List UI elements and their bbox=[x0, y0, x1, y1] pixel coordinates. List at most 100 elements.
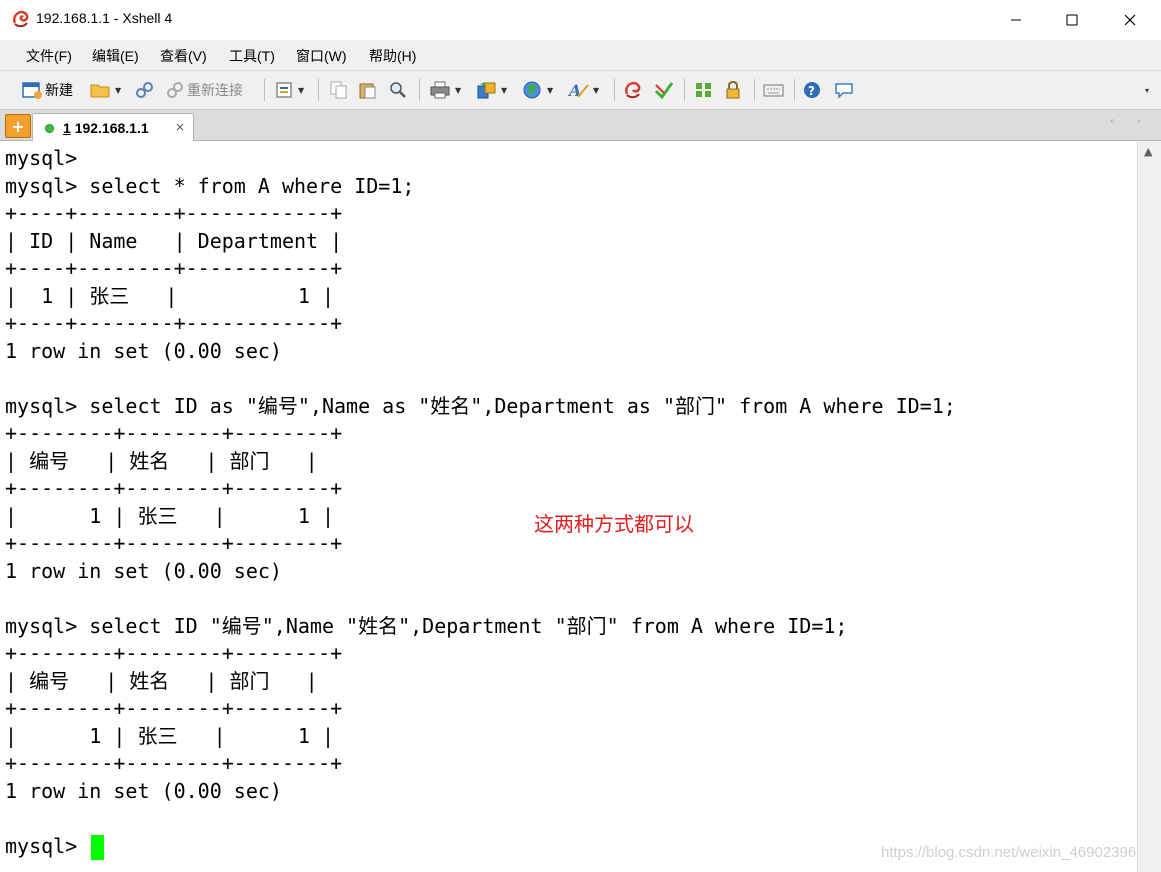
terminal-line: mysql> select ID "编号",Name "姓名",Departme… bbox=[5, 613, 848, 638]
xftp-button[interactable] bbox=[654, 78, 674, 102]
xshell-logo-icon bbox=[13, 10, 29, 28]
toolbar-separator bbox=[754, 79, 755, 101]
terminal-line: 1 row in set (0.00 sec) bbox=[5, 558, 282, 583]
terminal-scrollbar[interactable]: ▲ bbox=[1137, 141, 1161, 872]
properties-button[interactable]: ▼ bbox=[275, 78, 304, 102]
fullscreen-icon bbox=[696, 83, 711, 97]
toolbar: 新建 ▼ 重新连接 ▼ ▼ ▼ ▼ A ▼ ? ▾ bbox=[0, 71, 1161, 110]
toolbar-separator bbox=[614, 79, 615, 101]
font-button[interactable]: A ▼ bbox=[568, 78, 599, 102]
menu-view[interactable]: 查看(V) bbox=[160, 46, 207, 66]
terminal-line: | 1 | 张三 | 1 | bbox=[5, 283, 334, 308]
tab-bar: + 1 192.168.1.1 × ‹ › bbox=[0, 110, 1161, 142]
print-button[interactable]: ▼ bbox=[430, 78, 461, 102]
menu-edit[interactable]: 编辑(E) bbox=[92, 46, 139, 66]
toolbar-separator bbox=[794, 79, 795, 101]
chevron-down-icon: ▾ bbox=[1145, 85, 1150, 95]
terminal[interactable]: mysql> mysql> select * from A where ID=1;… bbox=[0, 141, 1137, 872]
chat-bubble-icon bbox=[835, 83, 853, 99]
connect-button[interactable] bbox=[135, 78, 155, 102]
tab-scroll-arrows-icon[interactable]: ‹ › bbox=[1110, 116, 1151, 127]
toolbar-separator bbox=[684, 79, 685, 101]
terminal-line: | 编号 | 姓名 | 部门 | bbox=[5, 448, 318, 473]
connected-status-icon bbox=[45, 124, 54, 133]
title-bar: 192.168.1.1 - Xshell 4 bbox=[0, 0, 1161, 41]
terminal-line: +--------+--------+--------+ bbox=[5, 641, 343, 665]
new-label: 新建 bbox=[45, 82, 73, 98]
menu-tools[interactable]: 工具(T) bbox=[229, 46, 275, 66]
watermark: https://blog.csdn.net/weixin_46902396 bbox=[881, 844, 1137, 861]
keyboard-button[interactable] bbox=[763, 78, 785, 102]
close-icon bbox=[1124, 14, 1136, 26]
xshell-button[interactable] bbox=[624, 78, 644, 102]
new-session-icon bbox=[22, 82, 42, 99]
globe-button[interactable]: ▼ bbox=[522, 78, 553, 102]
printer-icon bbox=[430, 81, 450, 99]
keyboard-icon bbox=[763, 84, 784, 97]
xshell-icon bbox=[625, 81, 641, 99]
link-icon bbox=[136, 82, 153, 98]
terminal-line: | 1 | 张三 | 1 | bbox=[5, 723, 334, 748]
font-icon: A bbox=[568, 81, 589, 99]
chevron-down-icon: ▼ bbox=[115, 85, 122, 95]
tab-label: 1 192.168.1.1 bbox=[63, 120, 149, 136]
window-title: 192.168.1.1 - Xshell 4 bbox=[36, 10, 173, 26]
terminal-line: +----+--------+------------+ bbox=[5, 256, 343, 280]
maximize-icon bbox=[1066, 14, 1078, 26]
maximize-button[interactable] bbox=[1043, 0, 1101, 40]
terminal-line: +--------+--------+--------+ bbox=[5, 696, 343, 720]
reconnect-button[interactable]: 重新连接 bbox=[166, 78, 243, 102]
tab-close-icon[interactable]: × bbox=[175, 120, 185, 134]
chevron-down-icon: ▼ bbox=[455, 85, 462, 95]
svg-text:?: ? bbox=[808, 84, 815, 98]
add-session-button[interactable]: + bbox=[5, 114, 31, 138]
globe-icon bbox=[523, 81, 541, 99]
minimize-button[interactable] bbox=[987, 0, 1045, 40]
close-button[interactable] bbox=[1101, 0, 1159, 40]
properties-icon bbox=[276, 82, 292, 98]
minimize-icon bbox=[1011, 19, 1021, 21]
chat-button[interactable] bbox=[834, 78, 856, 102]
lock-button[interactable] bbox=[724, 78, 744, 102]
help-icon: ? bbox=[804, 82, 820, 98]
terminal-line: +--------+--------+--------+ bbox=[5, 531, 343, 555]
terminal-cursor bbox=[91, 834, 105, 860]
help-button[interactable]: ? bbox=[803, 78, 823, 102]
terminal-line: mysql> select * from A where ID=1; bbox=[5, 173, 415, 198]
menu-bar: 文件(F) 编辑(E) 查看(V) 工具(T) 窗口(W) 帮助(H) bbox=[0, 40, 1161, 71]
menu-file[interactable]: 文件(F) bbox=[26, 46, 72, 66]
xftp-icon bbox=[654, 82, 674, 99]
terminal-line: +--------+--------+--------+ bbox=[5, 751, 343, 775]
terminal-prompt-line[interactable]: mysql> bbox=[5, 833, 105, 860]
fullscreen-button[interactable] bbox=[694, 78, 714, 102]
chevron-down-icon: ▼ bbox=[298, 85, 305, 95]
reconnect-icon bbox=[167, 82, 183, 98]
copy-button[interactable] bbox=[329, 78, 349, 102]
menu-help[interactable]: 帮助(H) bbox=[369, 46, 416, 66]
paste-button[interactable] bbox=[358, 78, 378, 102]
tab-session-1[interactable]: 1 192.168.1.1 × bbox=[32, 113, 194, 142]
menu-window[interactable]: 窗口(W) bbox=[296, 46, 347, 66]
toolbar-separator bbox=[264, 79, 265, 101]
reconnect-label: 重新连接 bbox=[187, 82, 243, 98]
chevron-down-icon: ▼ bbox=[593, 85, 600, 95]
terminal-line: mysql> bbox=[5, 146, 78, 170]
toolbar-separator bbox=[419, 79, 420, 101]
open-button[interactable]: ▼ bbox=[90, 78, 121, 102]
terminal-line: +--------+--------+--------+ bbox=[5, 476, 343, 500]
plus-icon: + bbox=[11, 116, 25, 136]
terminal-line: +----+--------+------------+ bbox=[5, 201, 343, 225]
toolbar-overflow-button[interactable]: ▾ bbox=[1142, 78, 1149, 102]
transfer-button[interactable]: ▼ bbox=[476, 78, 507, 102]
toolbar-separator bbox=[318, 79, 319, 101]
prompt-text: mysql> bbox=[5, 833, 90, 858]
terminal-line: mysql> select ID as "编号",Name as "姓名",De… bbox=[5, 393, 956, 418]
scroll-up-icon[interactable]: ▲ bbox=[1144, 145, 1152, 158]
annotation-text: 这两种方式都可以 bbox=[534, 512, 694, 536]
new-session-button[interactable]: 新建 bbox=[22, 78, 73, 102]
terminal-line: 1 row in set (0.00 sec) bbox=[5, 338, 282, 363]
find-button[interactable] bbox=[388, 78, 408, 102]
lock-icon bbox=[726, 81, 740, 99]
folder-open-icon bbox=[90, 84, 110, 98]
terminal-line: | ID | Name | Department | bbox=[5, 228, 343, 253]
